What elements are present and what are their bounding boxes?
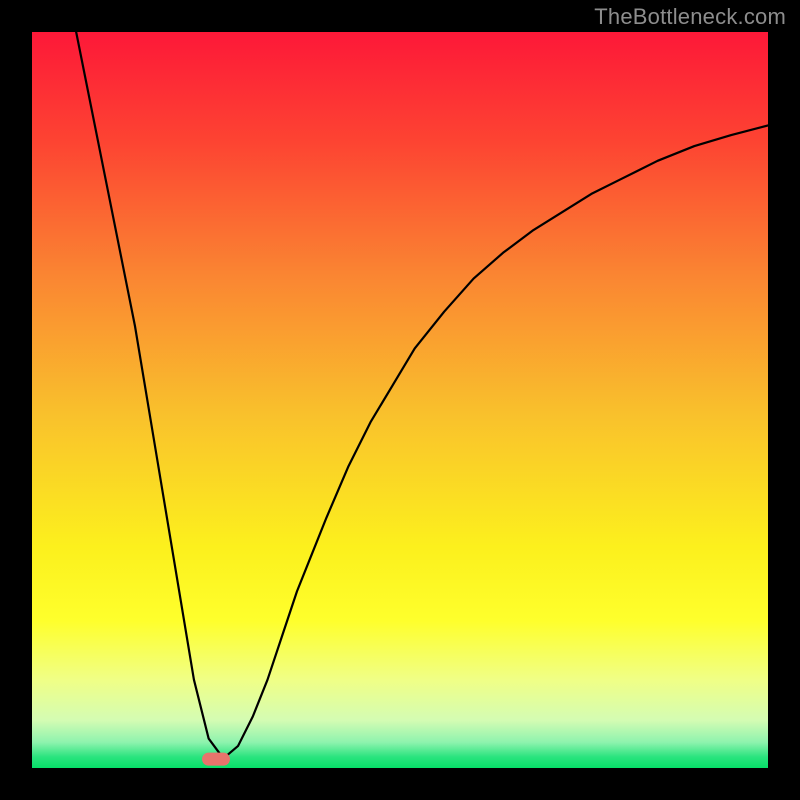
chart-container: TheBottleneck.com [0,0,800,800]
watermark-label: TheBottleneck.com [594,4,786,30]
heat-gradient [32,32,768,768]
optimal-marker [202,753,230,766]
bottleneck-chart [0,0,800,800]
